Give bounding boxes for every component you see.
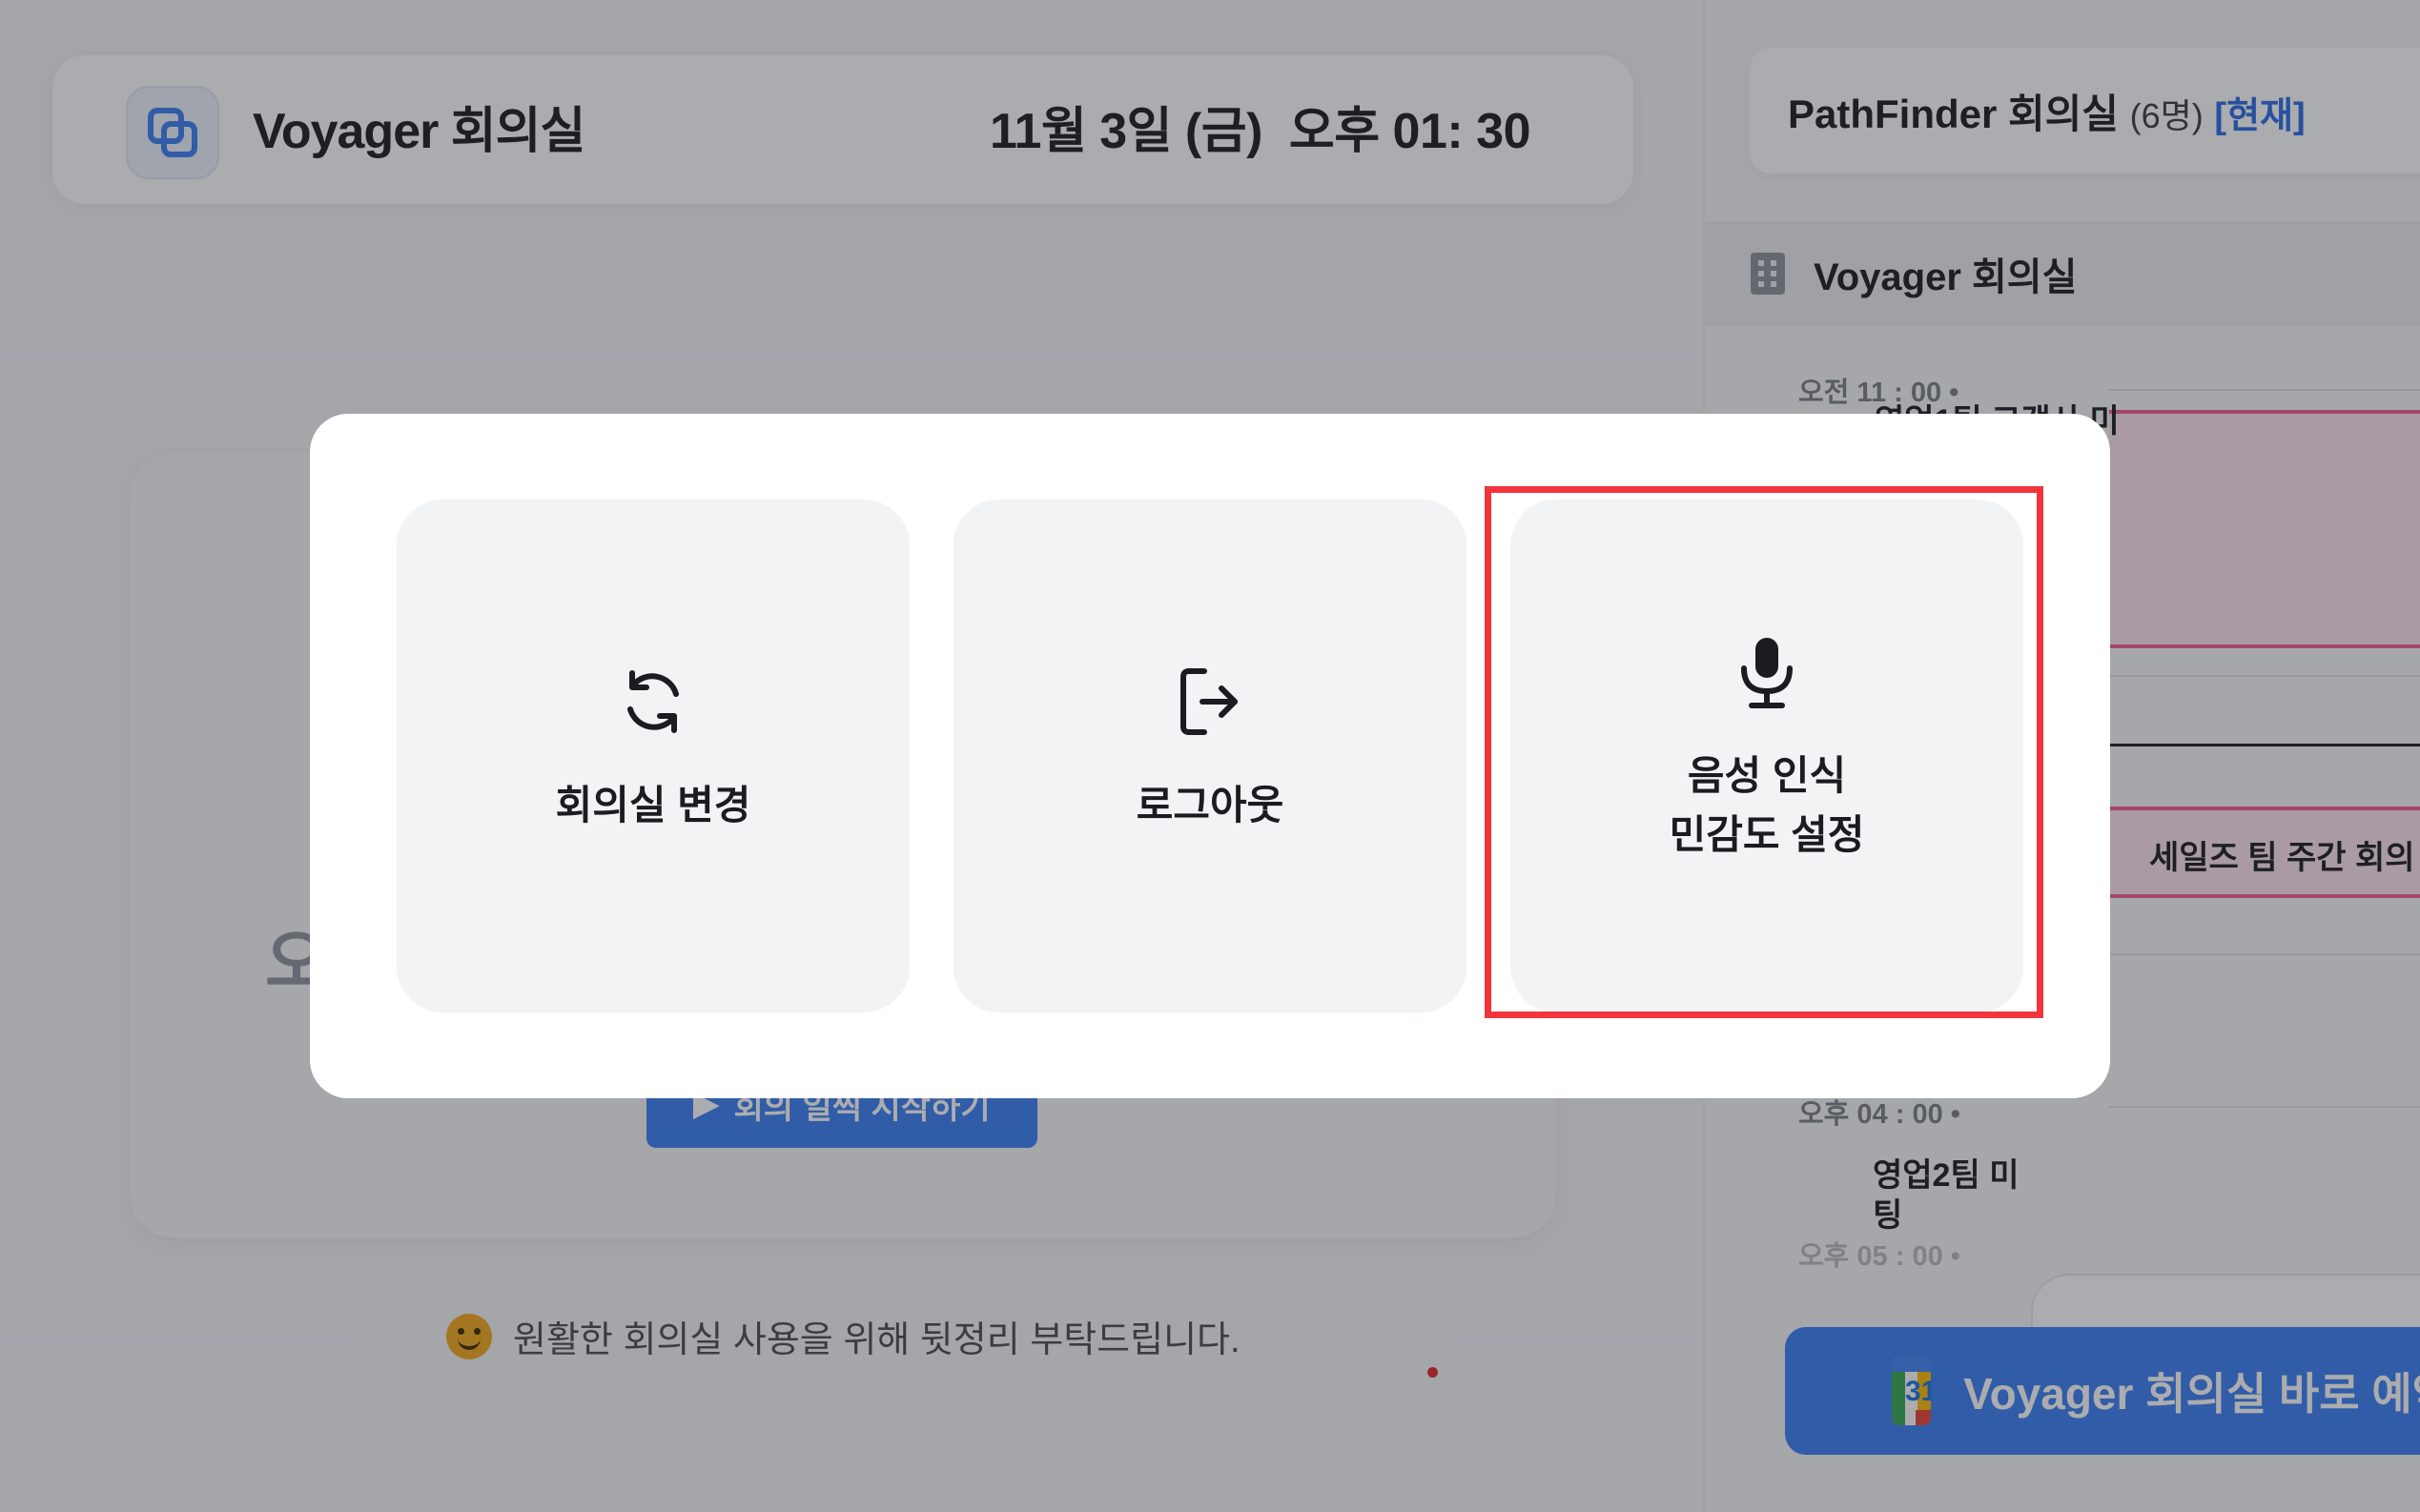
refresh-icon (627, 670, 679, 733)
change-room-option[interactable]: 회의실 변경 (397, 500, 910, 1012)
logout-option[interactable]: 로그아웃 (954, 500, 1466, 1012)
change-room-label: 회의실 변경 (555, 783, 751, 828)
settings-modal: 회의실 변경 로그아웃 음성 인식 민감도 설정 (310, 414, 2110, 1098)
logout-icon (1180, 668, 1238, 735)
logout-label: 로그아웃 (1136, 783, 1284, 828)
highlight-box (1485, 486, 2043, 1018)
